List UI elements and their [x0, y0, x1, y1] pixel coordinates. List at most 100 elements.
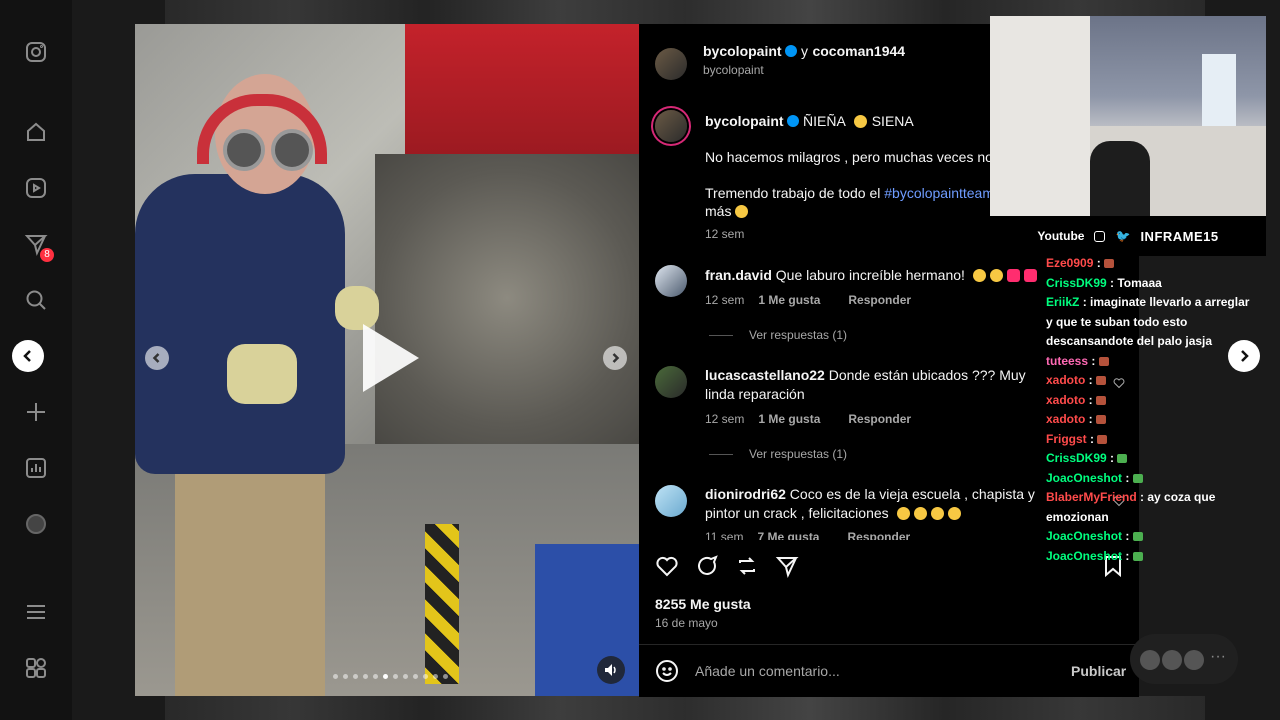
- view-replies-button[interactable]: Ver respuestas (1): [709, 328, 847, 342]
- menu-icon[interactable]: [22, 598, 50, 626]
- chat-message: xadoto :: [1046, 410, 1256, 430]
- youtube-label: Youtube: [1037, 229, 1085, 243]
- comment-likes[interactable]: 1 Me gusta: [758, 293, 820, 307]
- chat-message: BlaberMyFriend : ay coza que emozionan: [1046, 488, 1256, 527]
- view-replies-button[interactable]: Ver respuestas (1): [709, 447, 847, 461]
- chat-message: tuteess :: [1046, 352, 1256, 372]
- chat-emote-icon: [1132, 551, 1143, 561]
- chat-message: xadoto :: [1046, 391, 1256, 411]
- messages-pill[interactable]: ···: [1130, 634, 1238, 684]
- stream-socials-bar: Youtube 🐦 INFRAME15: [990, 216, 1266, 256]
- heart-emoji-icon: [1023, 269, 1037, 282]
- likes-count[interactable]: 8255 Me gusta: [655, 596, 751, 612]
- chat-text: :: [1122, 470, 1133, 485]
- dashboard-icon[interactable]: [22, 454, 50, 482]
- reels-icon[interactable]: [22, 174, 50, 202]
- chat-username: BlaberMyFriend: [1046, 490, 1137, 504]
- chat-message: CrissDK99 :: [1046, 449, 1256, 469]
- carousel-next-button[interactable]: [603, 346, 627, 370]
- share-icon[interactable]: [775, 554, 799, 578]
- replies-divider: [709, 335, 733, 337]
- chat-text: :: [1085, 412, 1097, 426]
- carousel-dots: [333, 674, 448, 679]
- room-window: [1202, 54, 1236, 134]
- caption-username[interactable]: bycolopaint: [705, 113, 784, 129]
- carousel-dot: [353, 674, 358, 679]
- instagram-icon[interactable]: [22, 38, 50, 66]
- chat-username: JoacOneshot: [1046, 470, 1123, 485]
- caption-line-1: No hacemos milagros , pero muchas veces …: [705, 149, 1000, 165]
- chat-text: :: [1088, 353, 1099, 368]
- comment-2: lucascastellano22 Donde están ubicados ?…: [705, 366, 1051, 404]
- avatar: [1162, 650, 1182, 670]
- emoji-icon[interactable]: [655, 659, 679, 683]
- heart-emoji-icon: [854, 115, 868, 128]
- comment-likes[interactable]: 1 Me gusta: [758, 412, 820, 426]
- chat-username: EriikZ: [1046, 295, 1080, 309]
- post-video[interactable]: [135, 24, 639, 696]
- home-icon[interactable]: [22, 118, 50, 146]
- carousel-dot: [413, 674, 418, 679]
- chat-message: CrissDK99 : Tomaaa: [1046, 274, 1256, 294]
- caption-hashtag[interactable]: #bycolopaintteam: [884, 185, 994, 201]
- more-apps-icon[interactable]: [22, 654, 50, 682]
- instagram-icon: [1094, 230, 1106, 242]
- goggle-right: [271, 129, 313, 171]
- speaker-icon: [605, 664, 616, 676]
- comment-time: 11 sem: [705, 530, 744, 540]
- previous-post-button[interactable]: [12, 340, 44, 372]
- car-hood: [405, 24, 639, 154]
- create-icon[interactable]: [22, 398, 50, 426]
- author-username[interactable]: bycolopaint: [703, 43, 782, 59]
- header-subtitle[interactable]: bycolopaint: [703, 63, 764, 77]
- chat-emote-icon: [1096, 376, 1107, 385]
- comment-text: Que laburo increíble hermano!: [775, 267, 965, 283]
- volume-button[interactable]: [597, 656, 625, 684]
- author-avatar[interactable]: [655, 48, 687, 80]
- chevron-right-icon: [612, 353, 620, 363]
- comment-avatar[interactable]: [655, 366, 687, 398]
- carousel-dot: [443, 674, 448, 679]
- comment-1: fran.david Que laburo increíble hermano!: [705, 266, 1045, 285]
- chat-message: Friggst :: [1046, 430, 1256, 450]
- chat-username: xadoto: [1046, 392, 1086, 407]
- reply-button[interactable]: Responder: [847, 530, 910, 540]
- heart-emoji-icon: [1006, 269, 1020, 282]
- comment-avatar[interactable]: [655, 265, 687, 297]
- carousel-dot: [373, 674, 378, 679]
- reply-button[interactable]: Responder: [848, 293, 911, 307]
- comment-likes[interactable]: 7 Me gusta: [757, 530, 819, 540]
- carousel-dot: [433, 674, 438, 679]
- chat-message: xadoto :: [1046, 371, 1256, 391]
- carousel-prev-button[interactable]: [145, 346, 169, 370]
- caption-headline-2: SIENA: [871, 113, 914, 129]
- like-heart-icon[interactable]: [655, 554, 679, 578]
- repost-icon[interactable]: [735, 554, 759, 578]
- post-header: bycolopaint y cocoman1944: [703, 42, 905, 61]
- reply-button[interactable]: Responder: [848, 412, 911, 426]
- comment-username[interactable]: lucascastellano22: [705, 367, 825, 383]
- caption-avatar[interactable]: [655, 110, 687, 142]
- coauthor-username[interactable]: cocoman1944: [812, 43, 905, 59]
- clap-emoji-icon: [913, 507, 927, 520]
- clap-emoji-icon: [989, 269, 1003, 282]
- clap-emoji-icon: [930, 507, 944, 520]
- comment-input[interactable]: Añade un comentario...: [695, 663, 840, 679]
- view-replies-label: Ver respuestas (1): [749, 447, 848, 461]
- play-icon[interactable]: [363, 324, 419, 392]
- chat-username: xadoto: [1046, 373, 1086, 387]
- comment-icon[interactable]: [695, 554, 719, 578]
- search-icon[interactable]: [22, 286, 50, 314]
- more-dots-icon: ···: [1210, 648, 1226, 665]
- chat-username: JoacOneshot: [1046, 548, 1123, 563]
- publish-button[interactable]: Publicar: [1071, 663, 1126, 679]
- carousel-dot: [343, 674, 348, 679]
- comment-username[interactable]: fran.david: [705, 267, 772, 283]
- chat-username: CrissDK99: [1046, 451, 1107, 465]
- profile-avatar[interactable]: [22, 510, 50, 538]
- comment-username[interactable]: dionirodri62: [705, 486, 786, 502]
- clap-emoji-icon: [947, 507, 961, 520]
- comment-avatar[interactable]: [655, 485, 687, 517]
- direct-messages-icon[interactable]: 8: [22, 230, 54, 262]
- post-actions: [655, 554, 799, 578]
